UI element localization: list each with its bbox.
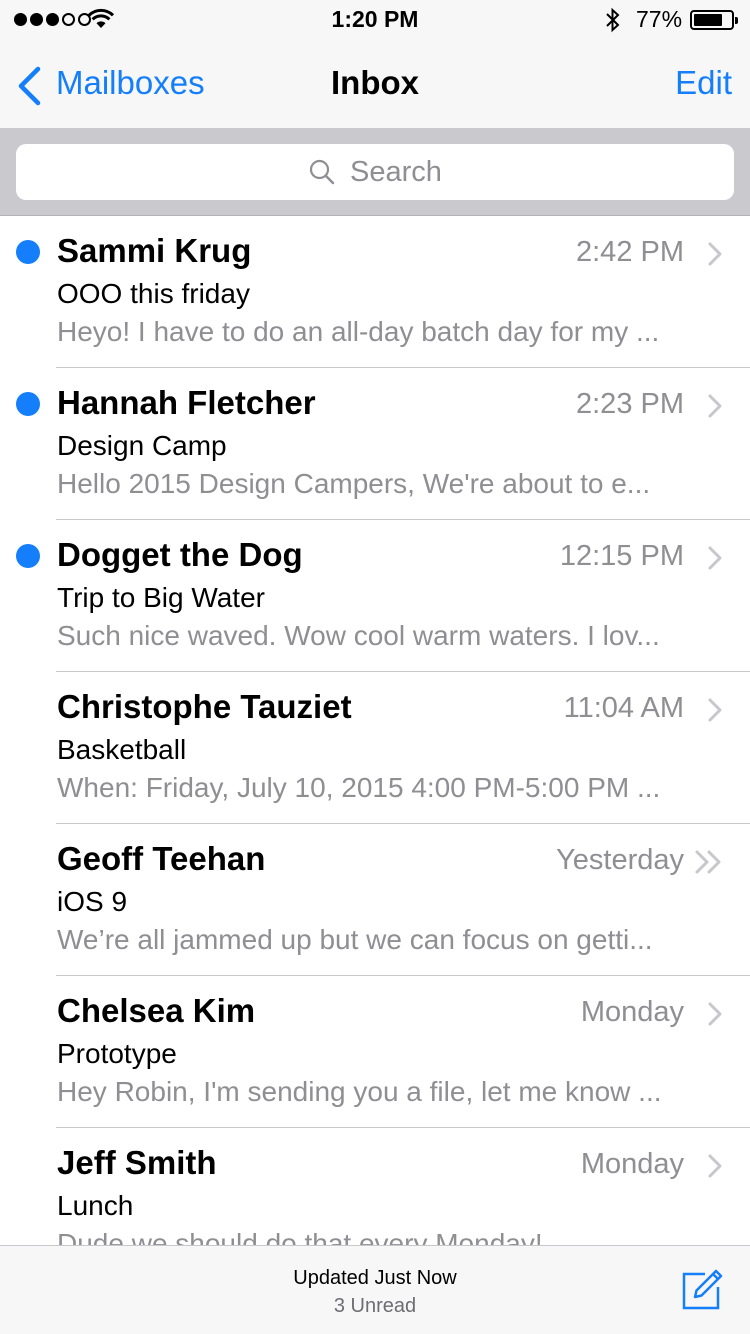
- search-input[interactable]: Search: [16, 144, 734, 200]
- search-icon: [309, 159, 335, 185]
- page-title: Inbox: [331, 64, 419, 101]
- message-sender: Sammi Krug: [57, 232, 252, 269]
- message-time: 2:42 PM: [576, 236, 684, 268]
- message-subject: Trip to Big Water: [57, 582, 265, 613]
- chevron-right-icon: [708, 546, 722, 570]
- update-status: Updated Just Now: [293, 1267, 457, 1289]
- chevron-right-icon: [708, 242, 722, 266]
- message-time: Yesterday: [556, 844, 684, 876]
- battery-icon: [690, 10, 738, 30]
- message-time: 11:04 AM: [563, 692, 684, 724]
- message-preview: When: Friday, July 10, 2015 4:00 PM-5:00…: [57, 772, 661, 803]
- message-preview: Hey Robin, I'm sending you a file, let m…: [57, 1076, 662, 1107]
- message-time: 12:15 PM: [559, 540, 684, 572]
- message-row[interactable]: Chelsea Kim Monday Prototype Hey Robin, I'm…: [0, 976, 750, 1128]
- edit-button[interactable]: Edit: [675, 64, 732, 102]
- battery-percent: 77%: [636, 6, 683, 32]
- message-subject: Lunch: [57, 1190, 134, 1221]
- battery-level-fill: [694, 14, 722, 26]
- message-row[interactable]: Dogget the Dog 12:15 PM Trip to Big Water S…: [0, 520, 750, 672]
- message-subject: Design Camp: [57, 430, 227, 461]
- bottom-toolbar: Updated Just Now 3 Unread: [0, 1245, 750, 1334]
- double-chevron-icon: [695, 850, 721, 874]
- message-time: Monday: [580, 996, 684, 1028]
- bluetooth-icon: [606, 7, 620, 33]
- message-sender: Christophe Tauziet: [57, 688, 352, 725]
- chevron-right-icon: [708, 698, 722, 722]
- message-row[interactable]: Christophe Tauziet 11:04 AM Basketball When…: [0, 672, 750, 824]
- message-sender: Hannah Fletcher: [57, 384, 316, 421]
- status-bar: 1:20 PM 77%: [0, 0, 750, 40]
- compose-icon[interactable]: [678, 1264, 726, 1312]
- message-sender: Dogget the Dog: [57, 536, 303, 573]
- message-sender: Jeff Smith: [57, 1144, 217, 1181]
- message-preview: Such nice waved. Wow cool warm waters. I…: [57, 620, 660, 651]
- message-sender: Chelsea Kim: [57, 992, 256, 1029]
- unread-indicator: [16, 240, 40, 264]
- message-subject: OOO this friday: [57, 278, 250, 309]
- message-subject: Basketball: [57, 734, 187, 765]
- message-preview: Hello 2015 Design Campers, We're about t…: [57, 468, 651, 499]
- message-subject: iOS 9: [57, 886, 128, 917]
- message-preview: Heyo! I have to do an all-day batch day …: [57, 316, 660, 347]
- navigation-bar: Mailboxes Inbox Edit: [0, 40, 750, 128]
- message-row[interactable]: Geoff Teehan Yesterday iOS 9 We’re all jamm…: [0, 824, 750, 976]
- search-area: Search: [0, 128, 750, 216]
- message-preview: We’re all jammed up but we can focus on …: [57, 924, 653, 955]
- message-list: Sammi Krug 2:42 PM OOO this friday Heyo! I …: [0, 216, 750, 1280]
- mail-screen: 1:20 PM 77% Mailboxes Inbox Edit Search: [0, 0, 750, 1334]
- search-placeholder: Search: [350, 155, 442, 188]
- unread-indicator: [16, 392, 40, 416]
- message-sender: Geoff Teehan: [57, 840, 266, 877]
- chevron-right-icon: [708, 394, 722, 418]
- chevron-right-icon: [708, 1154, 722, 1178]
- message-time: Monday: [580, 1148, 684, 1180]
- chevron-right-icon: [708, 1002, 722, 1026]
- message-subject: Prototype: [57, 1038, 177, 1069]
- message-row[interactable]: Sammi Krug 2:42 PM OOO this friday Heyo! I …: [0, 216, 750, 368]
- message-row[interactable]: Hannah Fletcher 2:23 PM Design Camp Hello 2…: [0, 368, 750, 520]
- message-time: 2:23 PM: [576, 388, 684, 420]
- unread-indicator: [16, 544, 40, 568]
- unread-count: 3 Unread: [333, 1295, 417, 1317]
